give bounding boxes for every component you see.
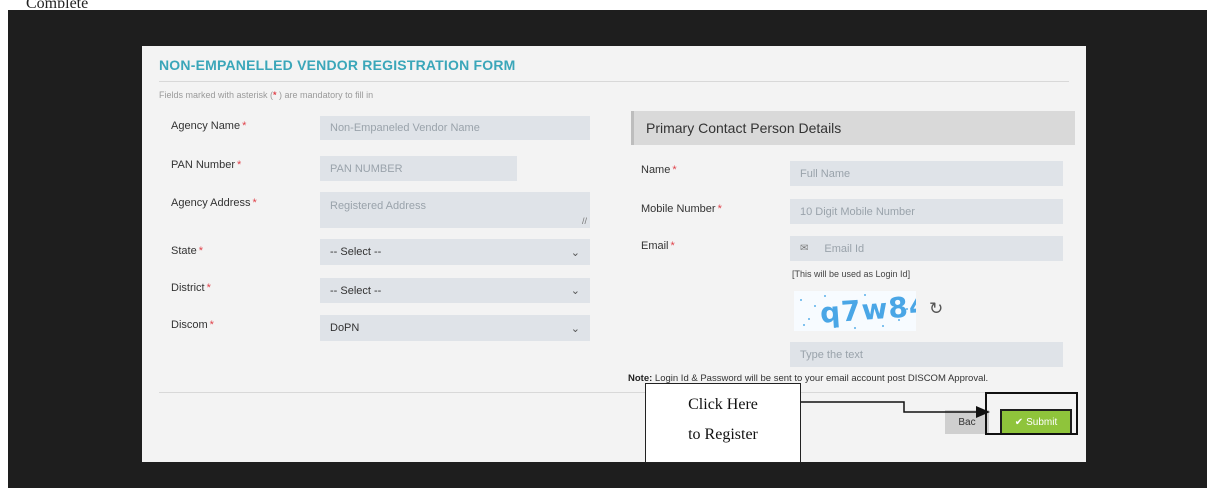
state-label: State * xyxy=(171,245,203,257)
discom-label: Discom * xyxy=(171,319,214,331)
contact-name-input[interactable]: Full Name xyxy=(790,161,1063,186)
mandatory-note: Fields marked with asterisk (* ) are man… xyxy=(159,90,374,100)
form-title: NON-EMPANELLED VENDOR REGISTRATION FORM xyxy=(159,57,516,73)
chevron-down-icon: ⌄ xyxy=(570,246,580,259)
email-input[interactable]: ✉ Email Id xyxy=(790,236,1063,261)
register-callout: Click Here to Register xyxy=(645,383,801,463)
contact-section-header: Primary Contact Person Details xyxy=(631,111,1075,145)
discom-select[interactable]: DoPN ⌄ xyxy=(320,315,590,341)
title-divider xyxy=(159,81,1069,82)
refresh-captcha-icon[interactable]: ↻ xyxy=(929,299,943,319)
agency-address-label: Agency Address * xyxy=(171,197,257,209)
contact-name-label: Name * xyxy=(641,164,677,176)
mobile-number-input[interactable]: 10 Digit Mobile Number xyxy=(790,199,1063,224)
captcha-text: q7w84 xyxy=(818,291,916,330)
chevron-down-icon: ⌄ xyxy=(570,322,580,335)
agency-name-label: Agency Name * xyxy=(171,120,247,132)
chevron-down-icon: ⌄ xyxy=(570,285,580,297)
submit-highlight-box xyxy=(985,392,1078,435)
login-id-hint: [This will be used as Login Id] xyxy=(792,269,911,279)
document-fragment: Complete xyxy=(26,0,88,8)
back-button[interactable]: Bac xyxy=(945,410,989,434)
email-label: Email * xyxy=(641,240,675,252)
state-select[interactable]: -- Select -- ⌄ xyxy=(320,239,590,265)
agency-address-textarea[interactable]: Registered Address// xyxy=(320,192,590,228)
envelope-icon: ✉ xyxy=(800,243,809,254)
callout-line-1: Click Here xyxy=(688,396,758,413)
captcha-input[interactable]: Type the text xyxy=(790,342,1063,367)
captcha-image: q7w84 xyxy=(794,291,916,331)
pan-number-input[interactable]: PAN NUMBER xyxy=(320,156,517,181)
resize-handle-icon[interactable]: // xyxy=(582,216,587,226)
registration-panel: NON-EMPANELLED VENDOR REGISTRATION FORM … xyxy=(142,46,1086,462)
agency-name-input[interactable]: Non-Empaneled Vendor Name xyxy=(320,116,590,140)
pan-number-label: PAN Number * xyxy=(171,159,242,171)
callout-line-2: to Register xyxy=(688,426,758,443)
district-select[interactable]: -- Select -- ⌄ xyxy=(320,278,590,303)
mobile-number-label: Mobile Number * xyxy=(641,203,722,215)
district-label: District * xyxy=(171,282,211,294)
bottom-divider xyxy=(159,392,1069,393)
